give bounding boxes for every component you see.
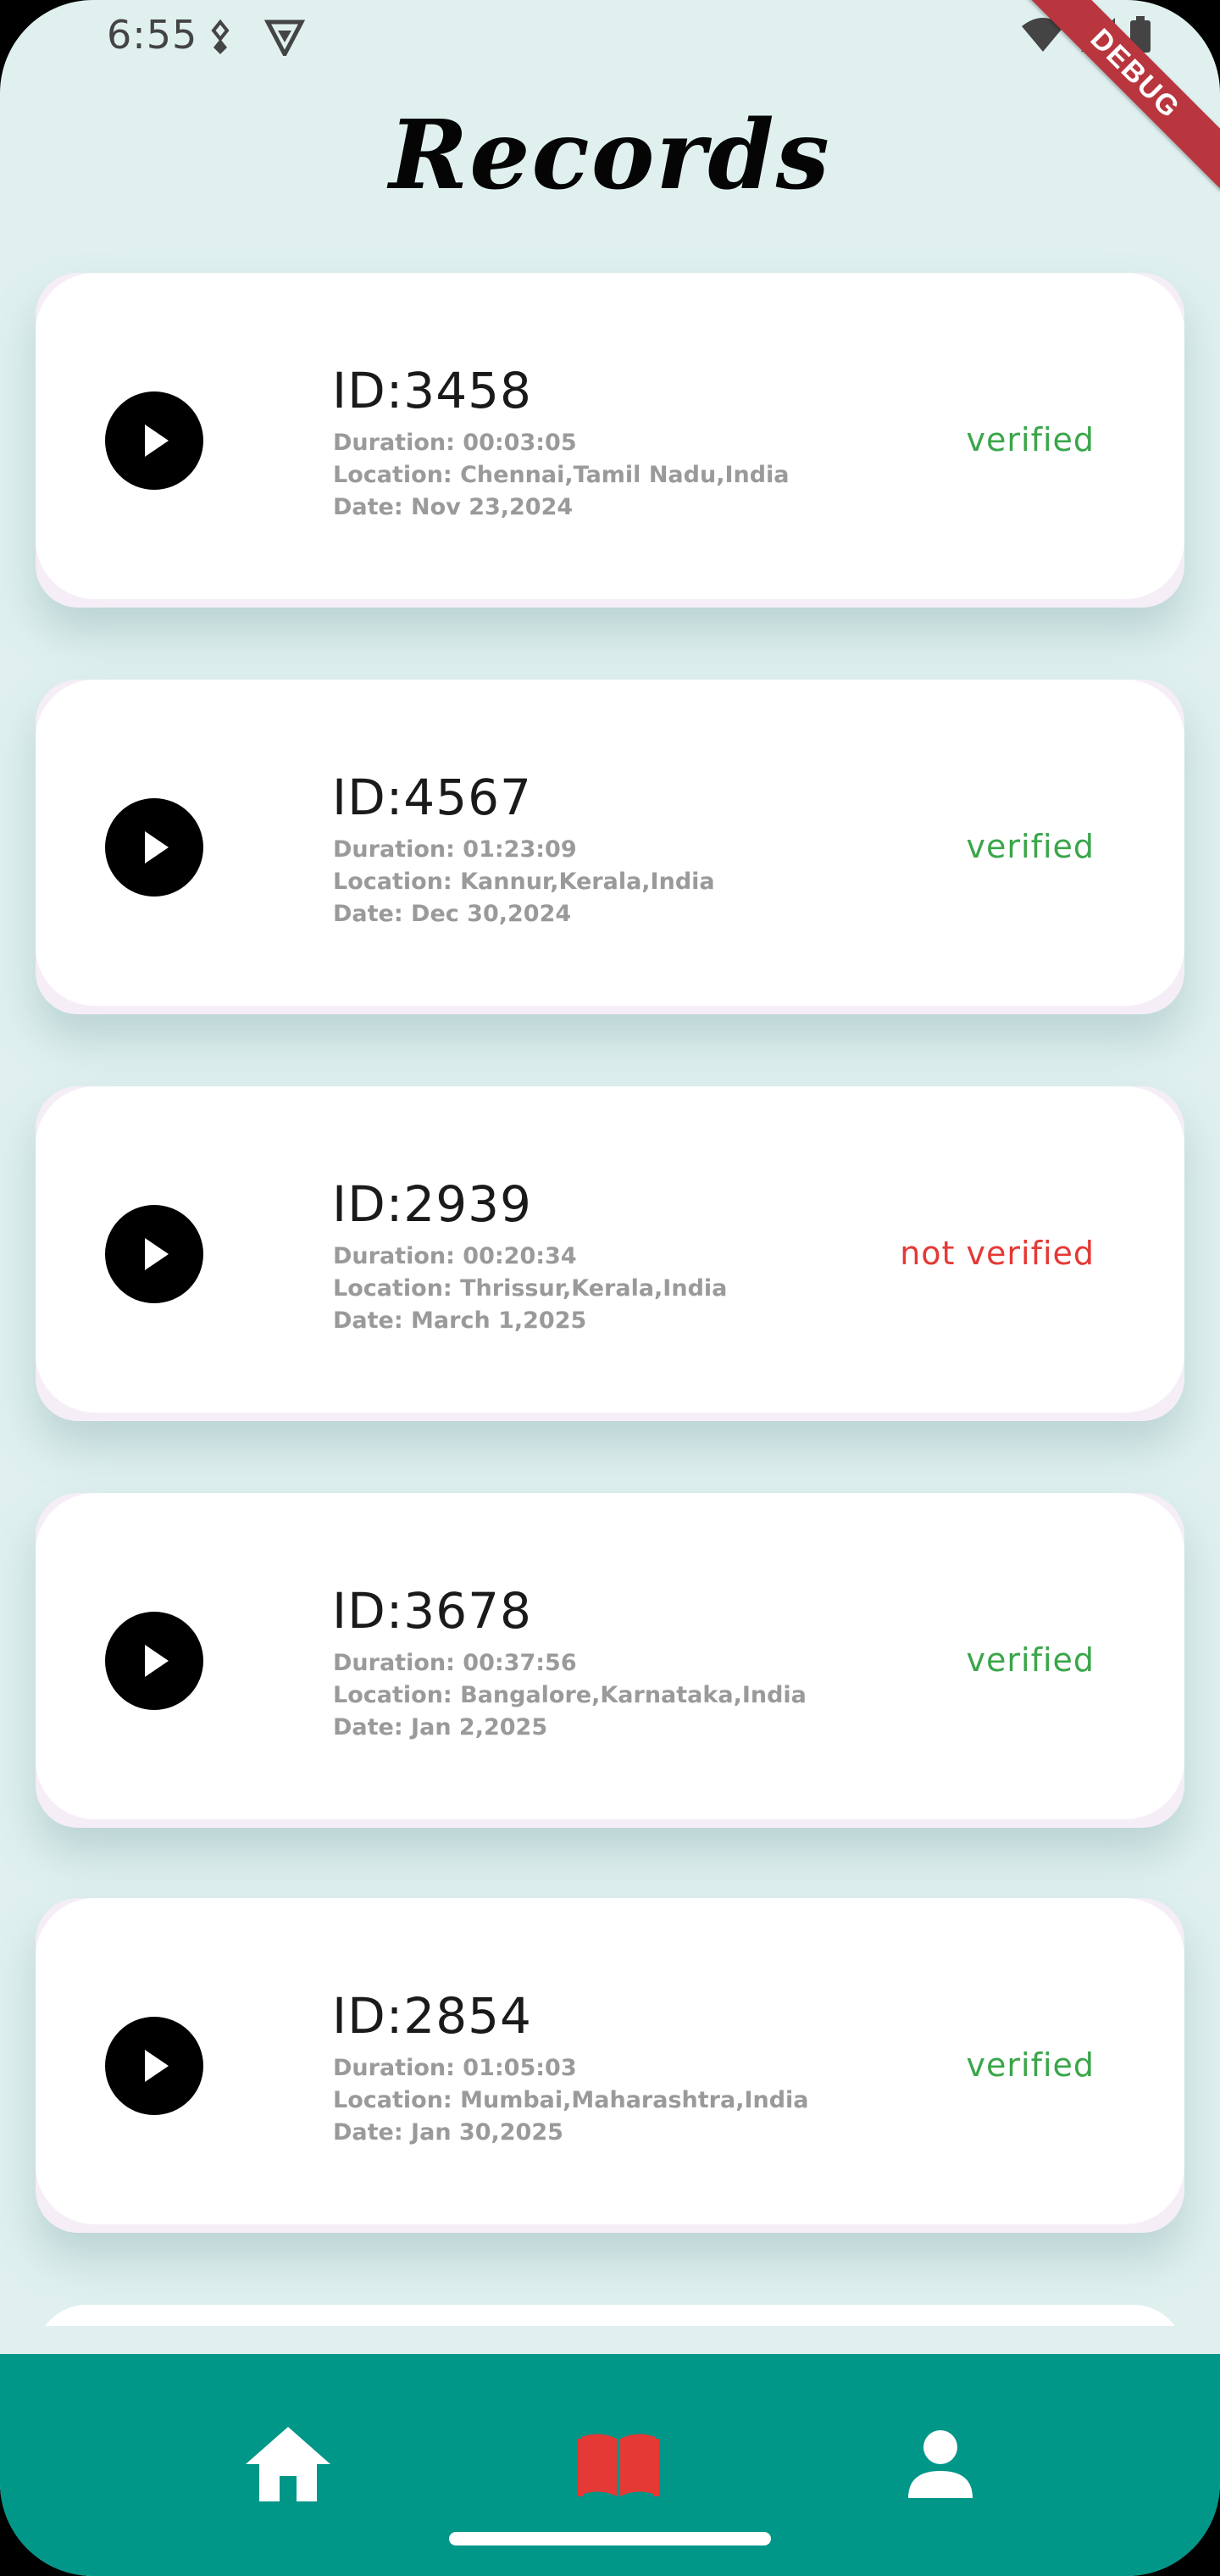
book-icon — [578, 2434, 659, 2496]
debug-bug-icon — [207, 19, 234, 60]
list-bottom-edge — [0, 2326, 1220, 2357]
record-duration: Duration: 00:20:34 — [333, 1243, 577, 1269]
record-card[interactable]: ID:3458 Duration: 00:03:05 Location: Che… — [36, 273, 1184, 608]
record-date: Date: Jan 30,2025 — [333, 2119, 563, 2146]
record-duration: Duration: 01:23:09 — [333, 836, 577, 863]
record-location: Location: Chennai,Tamil Nadu,India — [333, 462, 790, 488]
play-icon — [145, 831, 169, 863]
record-status: verified — [966, 421, 1095, 458]
play-icon — [145, 1645, 169, 1677]
record-location: Location: Kannur,Kerala,India — [333, 869, 715, 895]
record-duration: Duration: 00:03:05 — [333, 430, 577, 456]
status-bar: 6:55 — [0, 0, 1220, 76]
record-date: Date: Nov 23,2024 — [333, 494, 574, 520]
record-status: verified — [966, 828, 1095, 865]
record-location: Location: Thrissur,Kerala,India — [333, 1275, 728, 1302]
record-id: ID:4567 — [332, 769, 532, 826]
person-icon — [908, 2430, 973, 2498]
play-icon — [145, 425, 169, 457]
record-id: ID:2854 — [332, 1987, 532, 2045]
play-icon — [145, 1238, 169, 1270]
play-button[interactable] — [105, 2017, 203, 2115]
play-button[interactable] — [105, 1205, 203, 1303]
record-id: ID:3678 — [332, 1582, 532, 1640]
record-id: ID:2939 — [332, 1175, 532, 1233]
nav-records-button[interactable] — [563, 2413, 674, 2515]
nav-profile-button[interactable] — [885, 2413, 995, 2515]
play-button[interactable] — [105, 391, 203, 490]
record-duration: Duration: 00:37:56 — [333, 1650, 577, 1676]
record-date: Date: March 1,2025 — [333, 1307, 587, 1334]
record-status: not verified — [900, 1235, 1095, 1272]
home-indicator-bar[interactable] — [449, 2532, 771, 2545]
record-card[interactable]: ID:3678 Duration: 00:37:56 Location: Ban… — [36, 1493, 1184, 1828]
record-date: Date: Dec 30,2024 — [333, 901, 572, 927]
record-location: Location: Bangalore,Karnataka,India — [333, 1682, 807, 1708]
record-card[interactable]: ID:2854 Duration: 01:05:03 Location: Mum… — [36, 1898, 1184, 2233]
play-button[interactable] — [105, 798, 203, 897]
status-time: 6:55 — [107, 12, 198, 58]
page-title: Records — [389, 100, 831, 211]
record-id: ID:3458 — [332, 362, 532, 419]
phone-screen: 6:55 DEBUG Records ID:3458 Duration: 00:… — [0, 0, 1220, 2576]
play-icon — [145, 2050, 169, 2082]
record-status: verified — [966, 1641, 1095, 1679]
nav-home-button[interactable] — [233, 2413, 343, 2515]
record-duration: Duration: 01:05:03 — [333, 2055, 577, 2081]
vpn-shield-icon — [263, 19, 306, 60]
home-icon — [246, 2427, 330, 2501]
play-button[interactable] — [105, 1612, 203, 1710]
record-date: Date: Jan 2,2025 — [333, 1714, 548, 1740]
record-card[interactable]: ID:4567 Duration: 01:23:09 Location: Kan… — [36, 680, 1184, 1014]
record-status: verified — [966, 2046, 1095, 2084]
record-card[interactable]: ID:2939 Duration: 00:20:34 Location: Thr… — [36, 1086, 1184, 1421]
record-location: Location: Mumbai,Maharashtra,India — [333, 2087, 809, 2113]
